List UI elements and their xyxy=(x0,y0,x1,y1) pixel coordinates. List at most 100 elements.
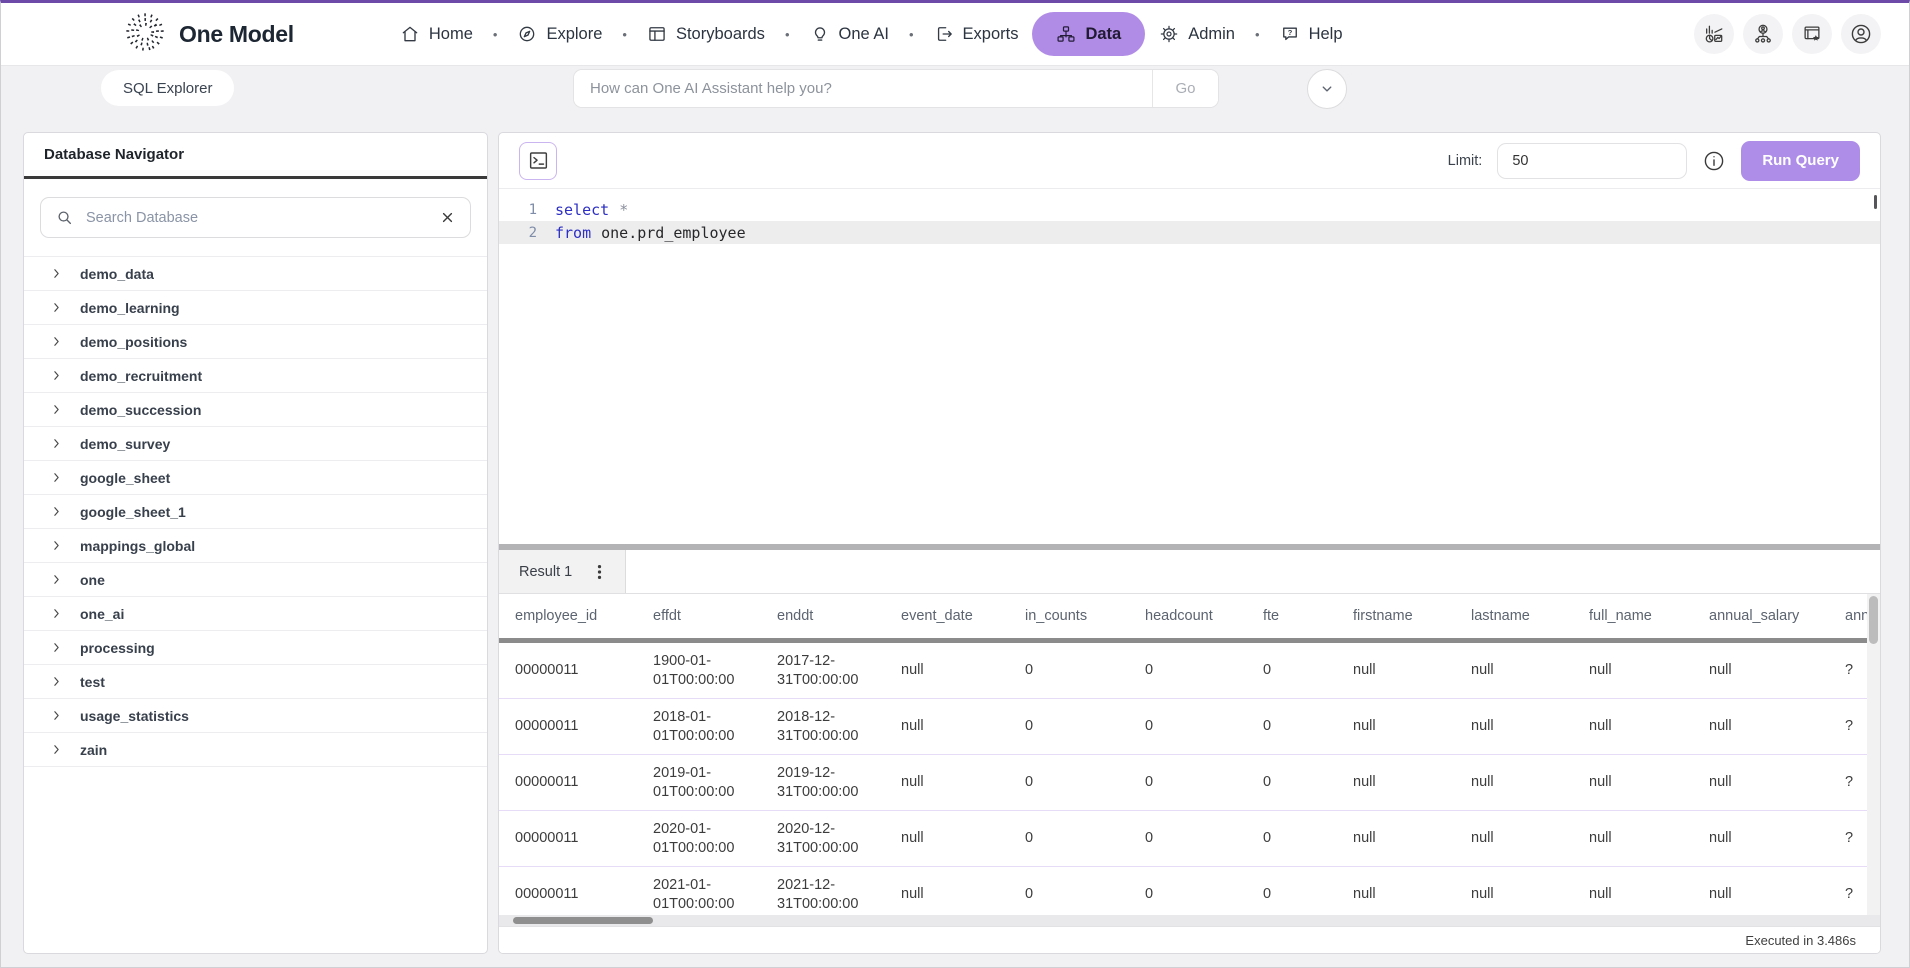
table-row[interactable]: 00000011 2020-01-01T00:00:00 2020-12-31T… xyxy=(499,811,1880,867)
table-cell: 00000011 xyxy=(499,661,637,679)
chevron-right-icon xyxy=(50,267,63,280)
column-header: event_date xyxy=(885,608,1009,624)
table-cell: 0 xyxy=(1009,717,1129,735)
database-navigator-panel: Database Navigator demo_data de xyxy=(23,132,488,954)
line-number: 1 xyxy=(499,202,555,218)
schema-tree-item[interactable]: demo_succession xyxy=(24,393,487,427)
table-cell: 0 xyxy=(1247,773,1337,791)
profile-icon xyxy=(1849,22,1873,46)
schema-tree-item[interactable]: demo_survey xyxy=(24,427,487,461)
table-cell: null xyxy=(1455,885,1573,903)
table-cell: 0 xyxy=(1129,885,1247,903)
table-cell: 2019-01-01T00:00:00 xyxy=(637,764,761,800)
nav-item-admin[interactable]: Admin xyxy=(1145,12,1249,56)
schema-tree-item[interactable]: demo_data xyxy=(24,257,487,291)
analytics-icon xyxy=(1703,23,1725,45)
chevron-right-icon xyxy=(50,573,63,586)
schema-tree-item[interactable]: processing xyxy=(24,631,487,665)
limit-label: Limit: xyxy=(1448,153,1483,169)
table-cell: 00000011 xyxy=(499,885,637,903)
schema-tree-item[interactable]: demo_recruitment xyxy=(24,359,487,393)
nav-item-exports[interactable]: Exports xyxy=(920,12,1033,56)
column-header: annual_salary xyxy=(1693,608,1829,624)
profile-button[interactable] xyxy=(1841,14,1881,54)
column-header: employee_id xyxy=(499,608,637,624)
analytics-shortcut-button[interactable] xyxy=(1694,14,1734,54)
table-cell: 00000011 xyxy=(499,829,637,847)
schema-name: demo_learning xyxy=(80,300,180,316)
table-cell: 2021-12-31T00:00:00 xyxy=(761,876,885,912)
schema-tree-item[interactable]: test xyxy=(24,665,487,699)
code-line-2: 2 from one.prd_employee xyxy=(499,221,1880,244)
schema-tree-item[interactable]: demo_learning xyxy=(24,291,487,325)
storyboard-favorite-button[interactable] xyxy=(1792,14,1832,54)
nav-item-explore[interactable]: Explore xyxy=(503,12,616,56)
nav-item-help[interactable]: ? Help xyxy=(1266,12,1357,56)
table-cell: 0 xyxy=(1129,717,1247,735)
database-search-input[interactable] xyxy=(86,210,427,226)
schema-name: one_ai xyxy=(80,606,124,622)
table-row[interactable]: 00000011 2018-01-01T00:00:00 2018-12-31T… xyxy=(499,699,1880,755)
assistant-go-button[interactable]: Go xyxy=(1152,70,1218,107)
lightbulb-icon xyxy=(810,24,830,44)
user-hierarchy-icon xyxy=(1752,23,1774,45)
sql-code-editor[interactable]: 1 select * 2 from one.prd_employee xyxy=(499,189,1880,544)
chevron-right-icon xyxy=(50,437,63,450)
schema-tree-item[interactable]: mappings_global xyxy=(24,529,487,563)
results-grid: employee_id effdt enddt event_date in_co… xyxy=(499,594,1880,915)
explore-icon xyxy=(517,24,537,44)
nav-item-home[interactable]: Home xyxy=(386,12,487,56)
nav-item-data[interactable]: Data xyxy=(1032,12,1145,56)
table-cell: null xyxy=(1573,717,1693,735)
table-cell: 1900-01-01T00:00:00 xyxy=(637,652,761,688)
results-vertical-scrollbar[interactable] xyxy=(1867,594,1880,915)
assistant-expand-button[interactable] xyxy=(1307,69,1347,109)
schema-tree-item[interactable]: usage_statistics xyxy=(24,699,487,733)
result-tab-menu-button[interactable] xyxy=(592,563,607,581)
console-mode-button[interactable] xyxy=(519,142,557,180)
schema-tree-item[interactable]: google_sheet xyxy=(24,461,487,495)
query-status-bar: Executed in 3.486s xyxy=(499,926,1880,953)
sub-header: SQL Explorer Go xyxy=(1,66,1909,116)
limit-info-button[interactable] xyxy=(1702,149,1726,173)
vertical-scrollbar-thumb[interactable] xyxy=(1869,596,1878,644)
schema-tree-item[interactable]: google_sheet_1 xyxy=(24,495,487,529)
table-cell: null xyxy=(1693,773,1829,791)
table-cell: null xyxy=(1693,829,1829,847)
chevron-right-icon xyxy=(50,607,63,620)
database-search xyxy=(40,197,471,238)
chevron-right-icon xyxy=(50,539,63,552)
schema-name: demo_succession xyxy=(80,402,201,418)
schema-tree-item[interactable]: one_ai xyxy=(24,597,487,631)
table-row[interactable]: 00000011 2021-01-01T00:00:00 2021-12-31T… xyxy=(499,867,1880,915)
limit-input[interactable] xyxy=(1497,143,1687,179)
nav-item-storyboards[interactable]: Storyboards xyxy=(633,12,779,56)
result-tab[interactable]: Result 1 xyxy=(499,550,626,593)
editor-scrollbar-thumb[interactable] xyxy=(1874,195,1877,209)
table-cell: null xyxy=(1337,885,1455,903)
chevron-right-icon xyxy=(50,471,63,484)
assistant-input[interactable] xyxy=(574,70,1152,107)
table-row[interactable]: 00000011 1900-01-01T00:00:00 2017-12-31T… xyxy=(499,643,1880,699)
table-cell: 2018-01-01T00:00:00 xyxy=(637,708,761,744)
gear-icon xyxy=(1159,24,1179,44)
table-row[interactable]: 00000011 2019-01-01T00:00:00 2019-12-31T… xyxy=(499,755,1880,811)
column-header: headcount xyxy=(1129,608,1247,624)
schema-name: usage_statistics xyxy=(80,708,189,724)
chevron-right-icon xyxy=(50,743,63,756)
horizontal-scrollbar-thumb[interactable] xyxy=(513,917,653,924)
sql-explorer-tab[interactable]: SQL Explorer xyxy=(101,70,234,106)
run-query-button[interactable]: Run Query xyxy=(1741,141,1860,181)
schema-tree-item[interactable]: demo_positions xyxy=(24,325,487,359)
table-cell: 0 xyxy=(1009,885,1129,903)
storyboards-icon xyxy=(647,24,667,44)
one-model-spiral-icon xyxy=(123,10,167,59)
nav-item-one-ai[interactable]: One AI xyxy=(796,12,903,56)
schema-tree-item[interactable]: zain xyxy=(24,733,487,767)
results-horizontal-scrollbar[interactable] xyxy=(499,915,1880,926)
clear-search-button[interactable] xyxy=(439,209,456,226)
one-model-logo[interactable]: One Model xyxy=(123,10,294,59)
schema-tree-item[interactable]: one xyxy=(24,563,487,597)
org-user-shortcut-button[interactable] xyxy=(1743,14,1783,54)
table-cell: null xyxy=(1337,661,1455,679)
